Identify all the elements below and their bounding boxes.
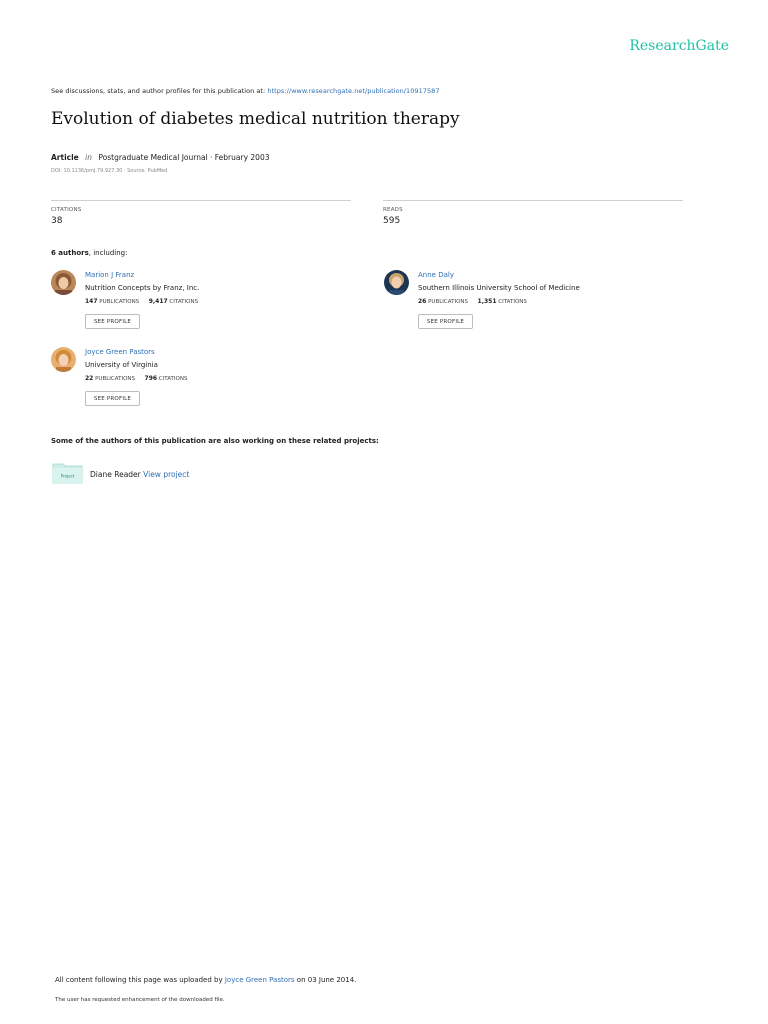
author-citations-label: CITATIONS	[169, 299, 199, 305]
related-project: Project Diane Reader View project	[52, 462, 352, 486]
journal-info: Postgraduate Medical Journal · February …	[98, 153, 270, 162]
author-publications-count: 22	[85, 375, 94, 382]
author-avatar[interactable]	[384, 270, 409, 295]
reads-stat: READS 595	[383, 200, 683, 226]
author-publications-label: PUBLICATIONS	[99, 299, 140, 305]
publication-meta: Article in Postgraduate Medical Journal …	[51, 153, 269, 162]
project-icon-label: Project	[61, 474, 75, 479]
author-institution: University of Virginia	[85, 361, 158, 369]
reads-label: READS	[383, 207, 403, 213]
author-stats: 147 PUBLICATIONS 9,417 CITATIONS	[85, 298, 198, 305]
see-profile-button[interactable]: SEE PROFILE	[85, 391, 140, 406]
project-name: Diane Reader	[90, 470, 141, 479]
citations-stat: CITATIONS 38	[51, 200, 351, 226]
author-publications-label: PUBLICATIONS	[428, 299, 469, 305]
see-profile-button[interactable]: SEE PROFILE	[418, 314, 473, 329]
reads-value: 595	[383, 216, 401, 226]
author-citations-count: 9,417	[148, 298, 168, 305]
author-institution: Southern Illinois University School of M…	[418, 284, 580, 292]
view-project-link[interactable]: View project	[143, 470, 189, 479]
publication-url-link[interactable]: https://www.researchgate.net/publication…	[267, 87, 439, 95]
author-citations-label: CITATIONS	[158, 376, 188, 382]
author-name[interactable]: Marion J Franz	[85, 271, 134, 279]
upload-suffix: on 03 June 2014.	[296, 976, 357, 984]
author-stats: 26 PUBLICATIONS 1,351 CITATIONS	[418, 298, 527, 305]
citations-label: CITATIONS	[51, 207, 82, 213]
author-institution: Nutrition Concepts by Franz, Inc.	[85, 284, 200, 292]
see-profile-button[interactable]: SEE PROFILE	[85, 314, 140, 329]
author-publications-count: 26	[418, 298, 427, 305]
publication-type: Article	[51, 153, 79, 162]
intro-text: See discussions, stats, and author profi…	[51, 87, 266, 95]
project-text: Diane Reader View project	[90, 470, 189, 479]
author-card: Anne Daly Southern Illinois University S…	[384, 270, 684, 340]
author-name[interactable]: Anne Daly	[418, 271, 454, 279]
author-avatar[interactable]	[51, 270, 76, 295]
enhancement-note: The user has requested enhancement of th…	[55, 997, 225, 1003]
intro-line: See discussions, stats, and author profi…	[51, 87, 440, 95]
upload-info: All content following this page was uplo…	[55, 976, 356, 984]
author-card: Marion J Franz Nutrition Concepts by Fra…	[51, 270, 351, 340]
author-card: Joyce Green Pastors University of Virgin…	[51, 347, 351, 417]
publication-title: Evolution of diabetes medical nutrition …	[51, 109, 460, 129]
author-citations-label: CITATIONS	[498, 299, 527, 305]
citations-value: 38	[51, 216, 63, 226]
author-citations-count: 1,351	[477, 298, 497, 305]
authors-heading-suffix: , including:	[88, 249, 128, 257]
authors-count: 6 authors	[51, 249, 89, 257]
authors-heading: 6 authors, including:	[51, 249, 127, 257]
author-publications-count: 147	[85, 298, 98, 305]
author-stats: 22 PUBLICATIONS 796 CITATIONS	[85, 375, 187, 382]
author-publications-label: PUBLICATIONS	[95, 376, 136, 382]
author-citations-count: 796	[144, 375, 158, 382]
author-avatar[interactable]	[51, 347, 76, 372]
author-name[interactable]: Joyce Green Pastors	[85, 348, 155, 356]
project-folder-icon: Project	[52, 462, 83, 484]
upload-prefix: All content following this page was uplo…	[55, 976, 223, 984]
uploader-link[interactable]: Joyce Green Pastors	[225, 976, 295, 984]
related-projects-heading: Some of the authors of this publication …	[51, 437, 379, 445]
researchgate-logo[interactable]: ResearchGate	[629, 38, 729, 54]
publication-in: in	[85, 153, 92, 162]
doi-source: DOI: 10.1136/pmj.79.927.30 · Source: Pub…	[51, 168, 168, 174]
